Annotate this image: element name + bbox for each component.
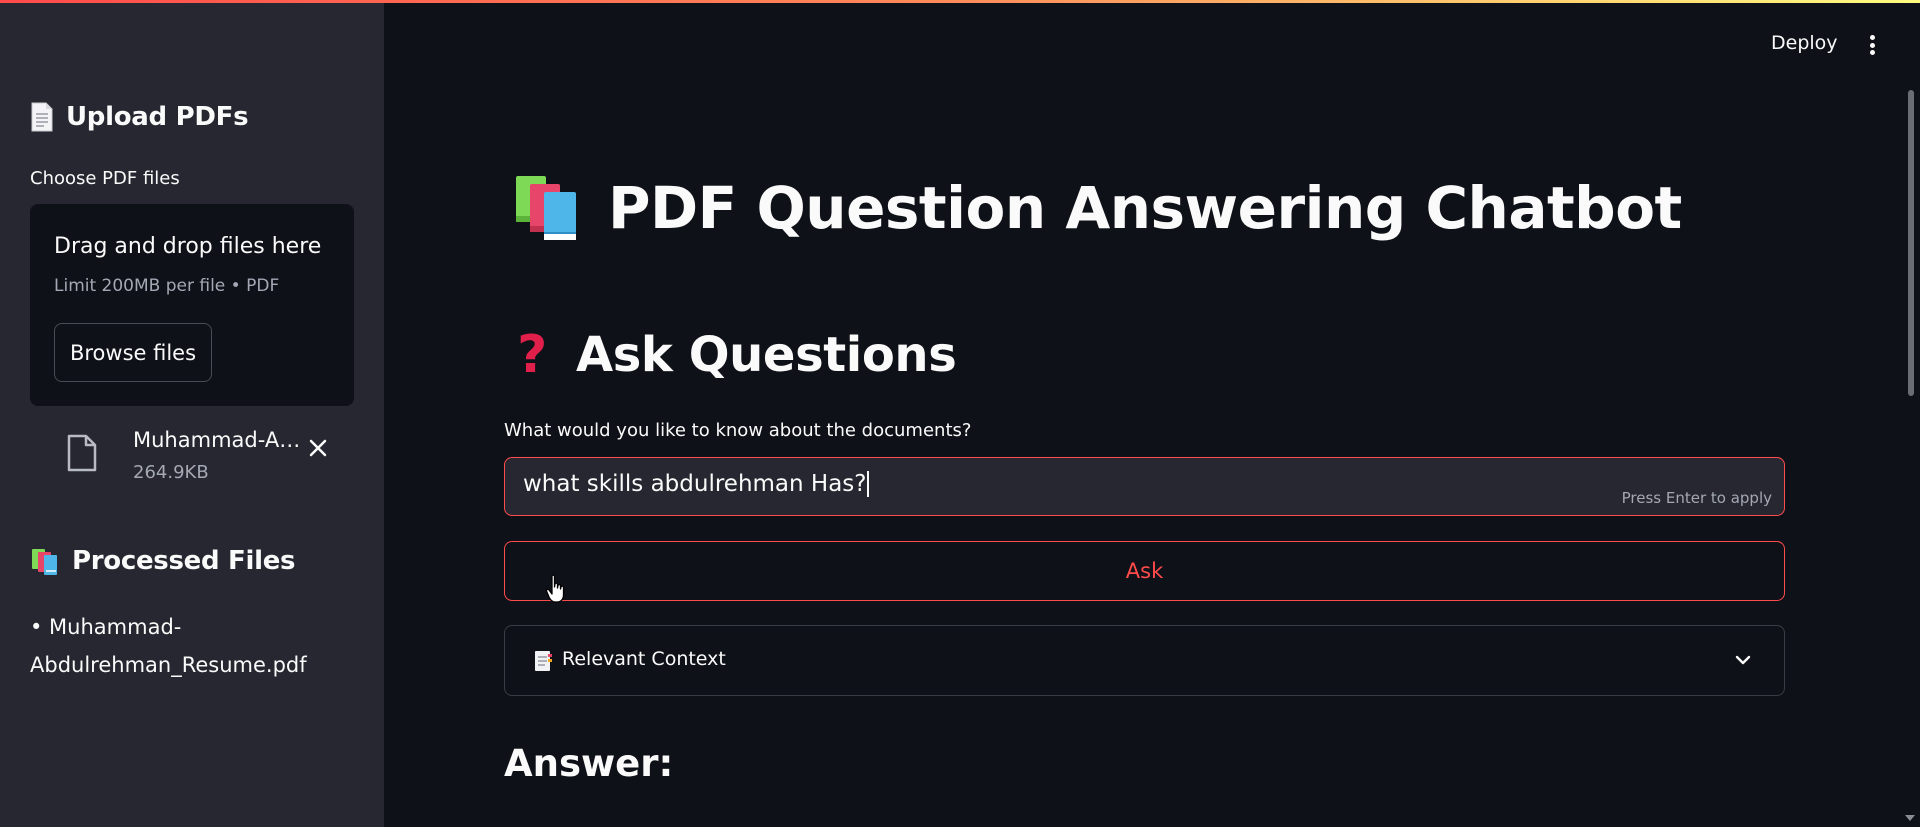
expander-label: Relevant Context — [562, 648, 726, 670]
hand-cursor-icon — [545, 574, 565, 603]
file-dropzone[interactable]: Drag and drop files here Limit 200MB per… — [30, 204, 354, 406]
close-icon — [309, 439, 327, 457]
kebab-menu-icon — [1869, 35, 1875, 40]
chevron-down-icon — [1735, 655, 1751, 665]
page-title-text: PDF Question Answering Chatbot — [608, 174, 1682, 242]
ask-questions-heading-text: Ask Questions — [576, 327, 957, 383]
upload-heading-text: Upload PDFs — [66, 102, 249, 132]
question-label: What would you like to know about the do… — [504, 420, 972, 441]
page-title: PDF Question Answering Chatbot — [514, 174, 1682, 242]
dropzone-title: Drag and drop files here — [54, 234, 322, 259]
answer-heading: Answer: — [504, 742, 674, 785]
relevant-context-expander[interactable]: Relevant Context — [504, 625, 1785, 696]
uploaded-file-name: Muhammad-Abdulrehman_Resume.pdf — [133, 428, 303, 452]
file-icon — [67, 434, 97, 472]
sidebar: Upload PDFs Choose PDF files Drag and dr… — [0, 0, 384, 827]
uploaded-file-item: Muhammad-Abdulrehman_Resume.pdf 264.9KB — [60, 424, 360, 484]
choose-files-label: Choose PDF files — [30, 168, 180, 189]
scrollbar-thumb[interactable] — [1908, 90, 1914, 396]
books-icon — [516, 176, 576, 240]
main-menu-button[interactable] — [1862, 32, 1882, 58]
bookmark-tabs-icon — [535, 651, 552, 671]
input-hint: Press Enter to apply — [1621, 489, 1772, 507]
processed-heading: Processed Files — [30, 546, 296, 576]
uploaded-file-size: 264.9KB — [133, 462, 209, 483]
upload-heading: Upload PDFs — [30, 102, 249, 132]
ask-button[interactable]: Ask — [504, 541, 1785, 601]
processed-file-item: • Muhammad-Abdulrehman_Resume.pdf — [30, 615, 307, 677]
top-decoration-stripe — [0, 0, 1920, 3]
scroll-down-arrow-icon[interactable] — [1905, 815, 1915, 821]
question-input-value: what skills abdulrehman Has? — [523, 471, 870, 497]
remove-file-button[interactable] — [302, 432, 334, 464]
browse-files-button[interactable]: Browse files — [54, 323, 212, 382]
processed-heading-text: Processed Files — [72, 546, 296, 576]
question-input[interactable]: what skills abdulrehman Has? Press Enter… — [504, 457, 1785, 516]
red-question-mark-icon: ? — [517, 325, 547, 385]
deploy-button[interactable]: Deploy — [1771, 32, 1838, 54]
page-icon — [31, 102, 53, 132]
books-icon — [32, 549, 57, 575]
ask-questions-heading: ? Ask Questions — [514, 325, 957, 385]
dropzone-limit: Limit 200MB per file • PDF — [54, 276, 280, 296]
